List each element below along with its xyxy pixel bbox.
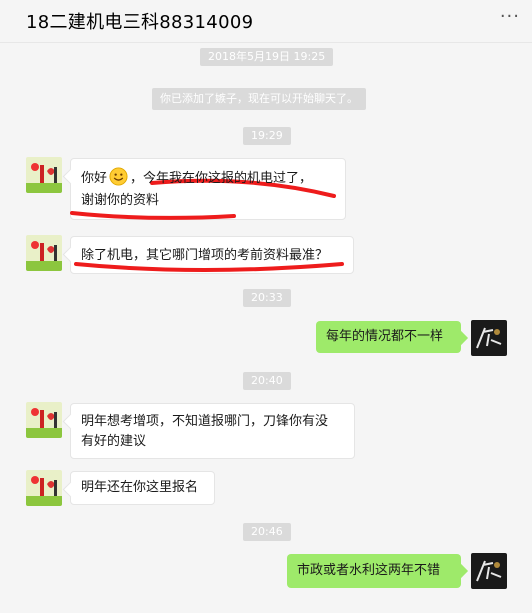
timestamp: 20:40 [243,372,291,390]
timestamp: 20:33 [243,289,291,307]
contact-avatar-image [26,470,62,506]
more-options-icon[interactable]: ··· [500,6,520,27]
system-notice: 你已添加了嫉子，现在可以开始聊天了。 [152,88,366,110]
self-avatar-image [471,320,507,356]
timestamp: 20:46 [243,523,291,541]
contact-avatar[interactable] [26,235,62,271]
contact-avatar-image [26,157,62,193]
message-bubble-self[interactable]: 每年的情况都不一样 [316,321,461,353]
timestamp: 2018年5月19日 19:25 [200,48,334,66]
message-text: 市政或者水利这两年不错 [297,563,441,578]
contact-avatar-image [26,402,62,438]
chat-title: 18二建机电三科88314009 [26,12,254,33]
self-avatar-image [471,553,507,589]
message-bubble[interactable]: 明年还在你这里报名 [70,471,215,505]
message-text: 每年的情况都不一样 [326,329,444,344]
contact-avatar-image [26,235,62,271]
message-bubble[interactable]: 你好 ，今年我在你这报的机电过了， 谢谢你的资料 [70,158,346,220]
contact-avatar[interactable] [26,470,62,506]
smile-emoji-icon [109,167,128,186]
contact-avatar[interactable] [26,402,62,438]
contact-avatar[interactable] [26,157,62,193]
message-bubble[interactable]: 明年想考增项，不知道报哪门，刀锋你有没 有好的建议 [70,403,355,459]
timestamp: 19:29 [243,127,291,145]
message-bubble-self[interactable]: 市政或者水利这两年不错 [287,554,461,588]
message-text: 你好 ，今年我在你这报的机电过了， 谢谢你的资料 [81,167,312,208]
message-text: 除了机电，其它哪门增项的考前资料最准？ [81,248,329,263]
self-avatar[interactable] [471,320,507,356]
self-avatar[interactable] [471,553,507,589]
message-text: 明年还在你这里报名 [81,480,199,495]
message-bubble[interactable]: 除了机电，其它哪门增项的考前资料最准？ [70,236,354,274]
chat-header: 18二建机电三科88314009 ··· [0,0,532,43]
message-text: 明年想考增项，不知道报哪门，刀锋你有没 有好的建议 [81,414,329,449]
